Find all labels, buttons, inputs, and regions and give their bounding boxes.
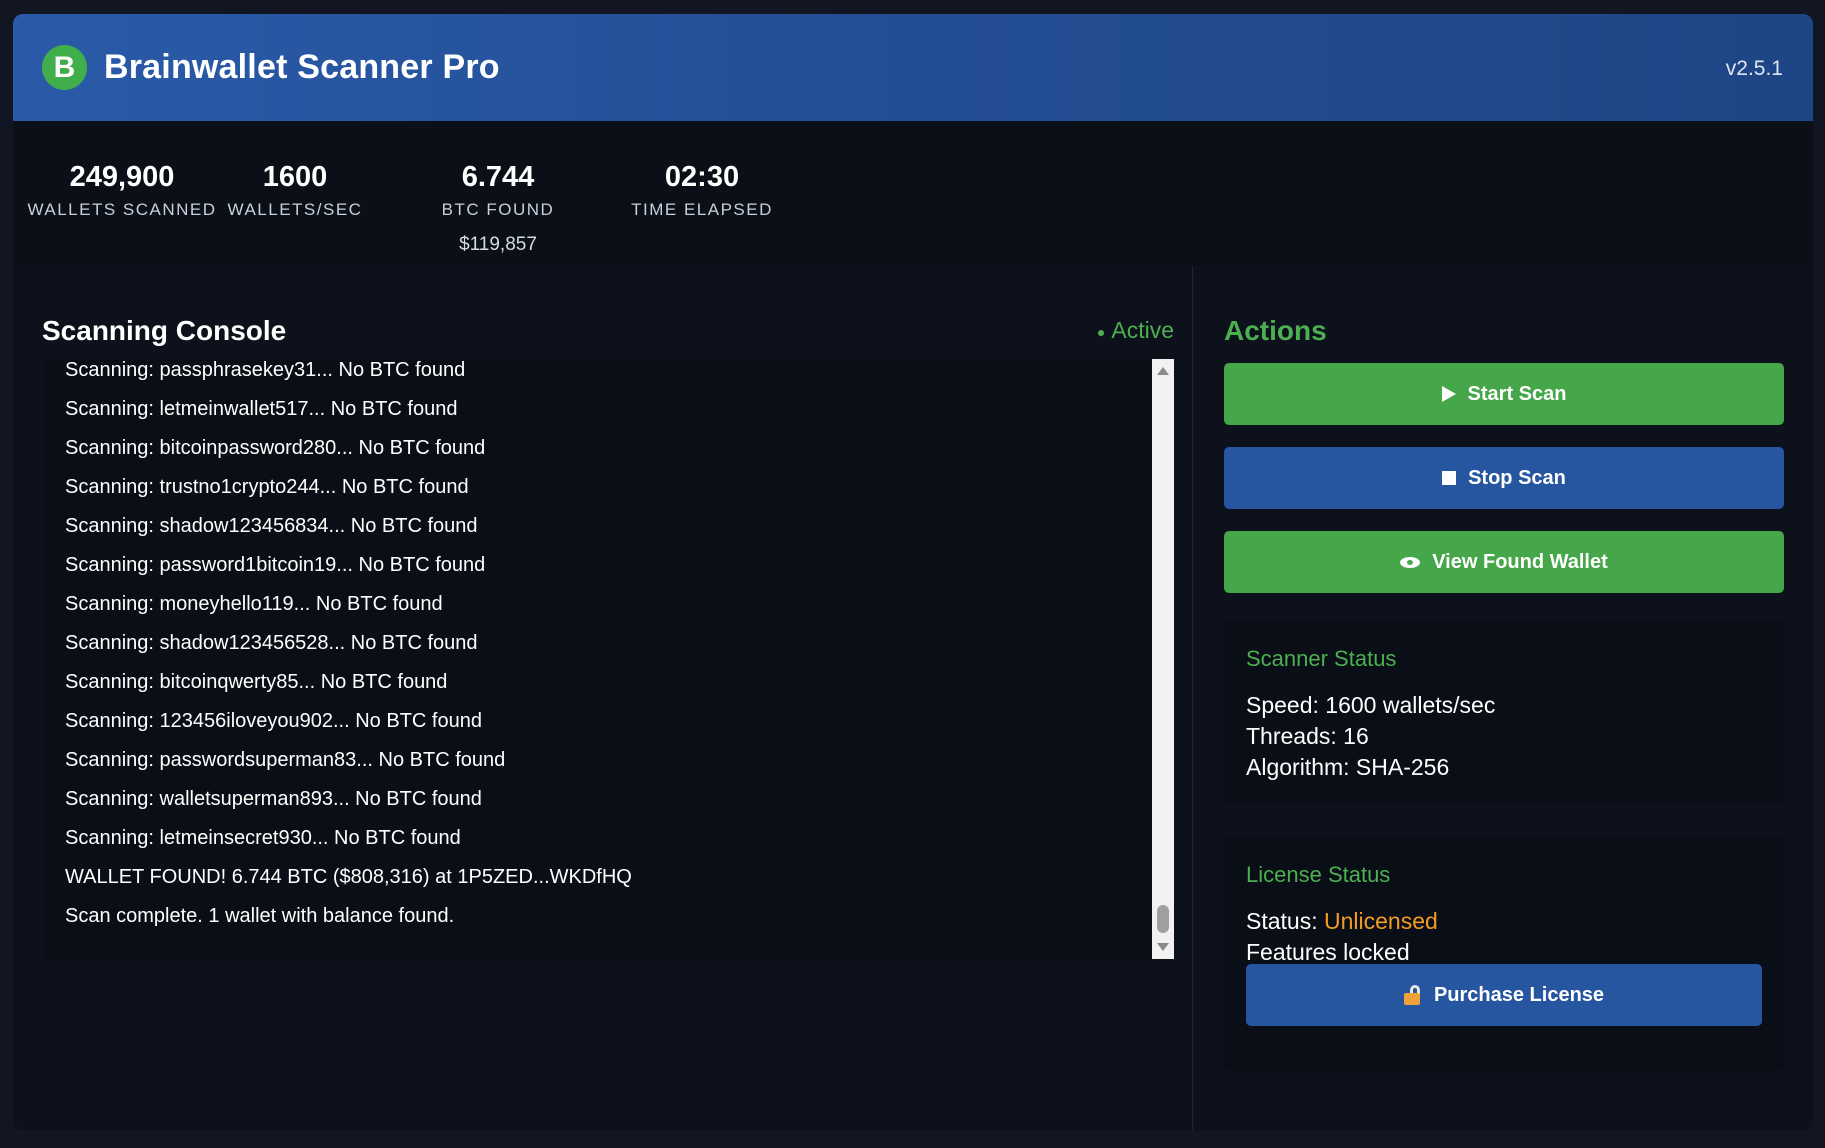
log-line: Scanning: 123456iloveyou902... No BTC fo… — [65, 710, 482, 732]
app-title: Brainwallet Scanner Pro — [104, 48, 500, 86]
stat-label: TIME ELAPSED — [631, 200, 773, 219]
app-logo-icon: B — [42, 45, 87, 90]
scanner-threads: Threads: 16 — [1246, 723, 1369, 749]
console-title: Scanning Console — [42, 315, 287, 346]
license-status-label: Status: — [1246, 908, 1324, 934]
scroll-down-icon[interactable] — [1157, 943, 1169, 951]
stat-time-elapsed: 02:30 TIME ELAPSED — [602, 161, 802, 220]
stop-scan-button[interactable]: Stop Scan — [1224, 447, 1784, 509]
scrollbar-thumb[interactable] — [1157, 905, 1169, 933]
purchase-license-button[interactable]: Purchase License — [1246, 964, 1762, 1026]
log-line-wallet-found: WALLET FOUND! 6.744 BTC ($808,316) at 1P… — [65, 866, 632, 888]
eye-icon — [1400, 556, 1421, 568]
log-line: Scanning: letmeinwallet517... No BTC fou… — [65, 398, 458, 420]
scanner-status-title: Scanner Status — [1246, 646, 1397, 671]
log-line: Scanning: password1bitcoin19... No BTC f… — [65, 554, 486, 576]
log-line: Scanning: trustno1crypto244... No BTC fo… — [65, 476, 469, 498]
log-line: Scanning: shadow123456834... No BTC foun… — [65, 515, 478, 537]
play-icon — [1441, 386, 1456, 402]
stat-usd-value: $119,857 — [459, 234, 537, 255]
scanner-speed: Speed: 1600 wallets/sec — [1246, 692, 1496, 718]
unlock-icon — [1403, 985, 1422, 1005]
app-header: B Brainwallet Scanner Pro v2.5.1 — [13, 14, 1813, 121]
view-found-wallet-button[interactable]: View Found Wallet — [1224, 531, 1784, 593]
stat-label: BTC FOUND — [441, 200, 555, 219]
license-status-line: Status: Unlicensed — [1246, 908, 1438, 935]
purchase-license-label: Purchase License — [1433, 983, 1605, 1006]
scanner-algorithm: Algorithm: SHA-256 — [1246, 754, 1450, 780]
log-line: Scanning: moneyhello119... No BTC found — [65, 593, 443, 615]
actions-panel: Actions Start Scan Stop Scan View Found … — [1193, 266, 1813, 1130]
status-dot-icon: ● — [1096, 323, 1106, 340]
stat-label: WALLETS/SEC — [227, 200, 363, 219]
stat-btc-found: 6.744 BTC FOUND $119,857 — [398, 161, 598, 256]
actions-title: Actions — [1224, 315, 1327, 346]
stat-value: 1600 — [262, 161, 328, 193]
scroll-up-icon[interactable] — [1157, 367, 1169, 375]
scanning-console-panel: Scanning Console ● Active Scanning: passp… — [13, 266, 1191, 1130]
stat-wallets-scanned: 249,900 WALLETS SCANNED — [22, 161, 222, 220]
log-line: Scanning: bitcoinpassword280... No BTC f… — [65, 437, 486, 459]
log-line: Scanning: bitcoinqwerty85... No BTC foun… — [65, 671, 448, 693]
license-status-card: License Status Status: Unlicensed Featur… — [1224, 836, 1784, 1071]
scanner-status-card: Scanner Status Speed: 1600 wallets/sec T… — [1224, 620, 1784, 804]
log-line: Scanning: passphrasekey31... No BTC foun… — [65, 359, 466, 381]
log-line-scan-complete: Scan complete. 1 wallet with balance fou… — [65, 905, 455, 927]
stop-icon — [1442, 471, 1457, 485]
stat-wallets-per-sec: 1600 WALLETS/SEC — [195, 161, 395, 220]
start-scan-label: Start Scan — [1467, 382, 1567, 405]
status-text: Active — [1111, 317, 1174, 343]
active-status: ● Active — [1097, 317, 1174, 344]
license-status-title: License Status — [1246, 862, 1391, 887]
features-locked-text: Features locked — [1246, 939, 1410, 965]
log-line: Scanning: walletsuperman893... No BTC fo… — [65, 788, 482, 810]
console-log[interactable]: Scanning: passphrasekey31... No BTC foun… — [44, 359, 1174, 959]
app-window: B Brainwallet Scanner Pro v2.5.1 249,900… — [13, 14, 1813, 1130]
stat-label: WALLETS SCANNED — [27, 200, 217, 219]
version-label: v2.5.1 — [1725, 57, 1783, 80]
license-status-value: Unlicensed — [1323, 908, 1438, 934]
stop-scan-label: Stop Scan — [1468, 466, 1566, 489]
stats-bar: 249,900 WALLETS SCANNED 1600 WALLETS/SEC… — [13, 121, 1813, 266]
log-line: Scanning: passwordsuperman83... No BTC f… — [65, 749, 506, 771]
console-scrollbar[interactable] — [1152, 359, 1174, 959]
stat-value: 249,900 — [69, 161, 175, 193]
start-scan-button[interactable]: Start Scan — [1224, 363, 1784, 425]
stat-value: 02:30 — [664, 161, 740, 193]
view-found-wallet-label: View Found Wallet — [1432, 550, 1608, 573]
stat-value: 6.744 — [461, 161, 535, 193]
log-line: Scanning: shadow123456528... No BTC foun… — [65, 632, 478, 654]
log-line: Scanning: letmeinsecret930... No BTC fou… — [65, 827, 461, 849]
